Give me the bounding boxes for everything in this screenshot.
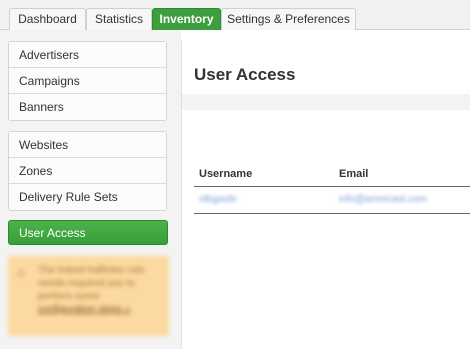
- table-header-divider: [194, 186, 470, 187]
- sidebar: Advertisers Campaigns Banners Websites Z…: [0, 30, 181, 349]
- sidebar-item-websites[interactable]: Websites: [9, 132, 166, 158]
- tab-statistics[interactable]: Statistics: [86, 8, 152, 30]
- column-header-email: Email: [339, 168, 369, 180]
- sidebar-menu-inventory: Advertisers Campaigns Banners: [8, 41, 167, 121]
- title-divider: [182, 94, 470, 110]
- sidebar-item-user-access[interactable]: User Access: [8, 220, 168, 245]
- tab-inventory[interactable]: Inventory: [152, 8, 221, 30]
- sidebar-item-advertisers[interactable]: Advertisers: [9, 42, 166, 68]
- sidebar-item-banners[interactable]: Banners: [9, 94, 166, 120]
- sidebar-item-delivery-rule-sets[interactable]: Delivery Rule Sets: [9, 184, 166, 210]
- tab-dashboard[interactable]: Dashboard: [9, 8, 86, 30]
- column-header-username: Username: [199, 168, 253, 180]
- notice-message: The linked trafficker role needs require…: [38, 265, 145, 302]
- warning-icon: ⚠: [16, 267, 26, 279]
- sidebar-item-campaigns[interactable]: Campaigns: [9, 68, 166, 94]
- notice-text: The linked trafficker role needs require…: [38, 264, 158, 316]
- sidebar-menu-publishers: Websites Zones Delivery Rule Sets: [8, 131, 167, 211]
- main-content: User Access Username Email olbgasfe info…: [181, 41, 470, 349]
- notice-link[interactable]: configuration steps »: [38, 304, 130, 315]
- sidebar-item-zones[interactable]: Zones: [9, 158, 166, 184]
- table-row-divider: [194, 213, 470, 214]
- page-title: User Access: [194, 65, 296, 84]
- username-link[interactable]: olbgasfe: [199, 194, 237, 205]
- email-link[interactable]: info@amnicast.com: [339, 194, 427, 205]
- top-navigation: Dashboard Statistics Inventory Settings …: [0, 0, 470, 30]
- notice-box: ⚠ The linked trafficker role needs requi…: [8, 256, 169, 336]
- tab-settings-preferences[interactable]: Settings & Preferences: [221, 8, 356, 30]
